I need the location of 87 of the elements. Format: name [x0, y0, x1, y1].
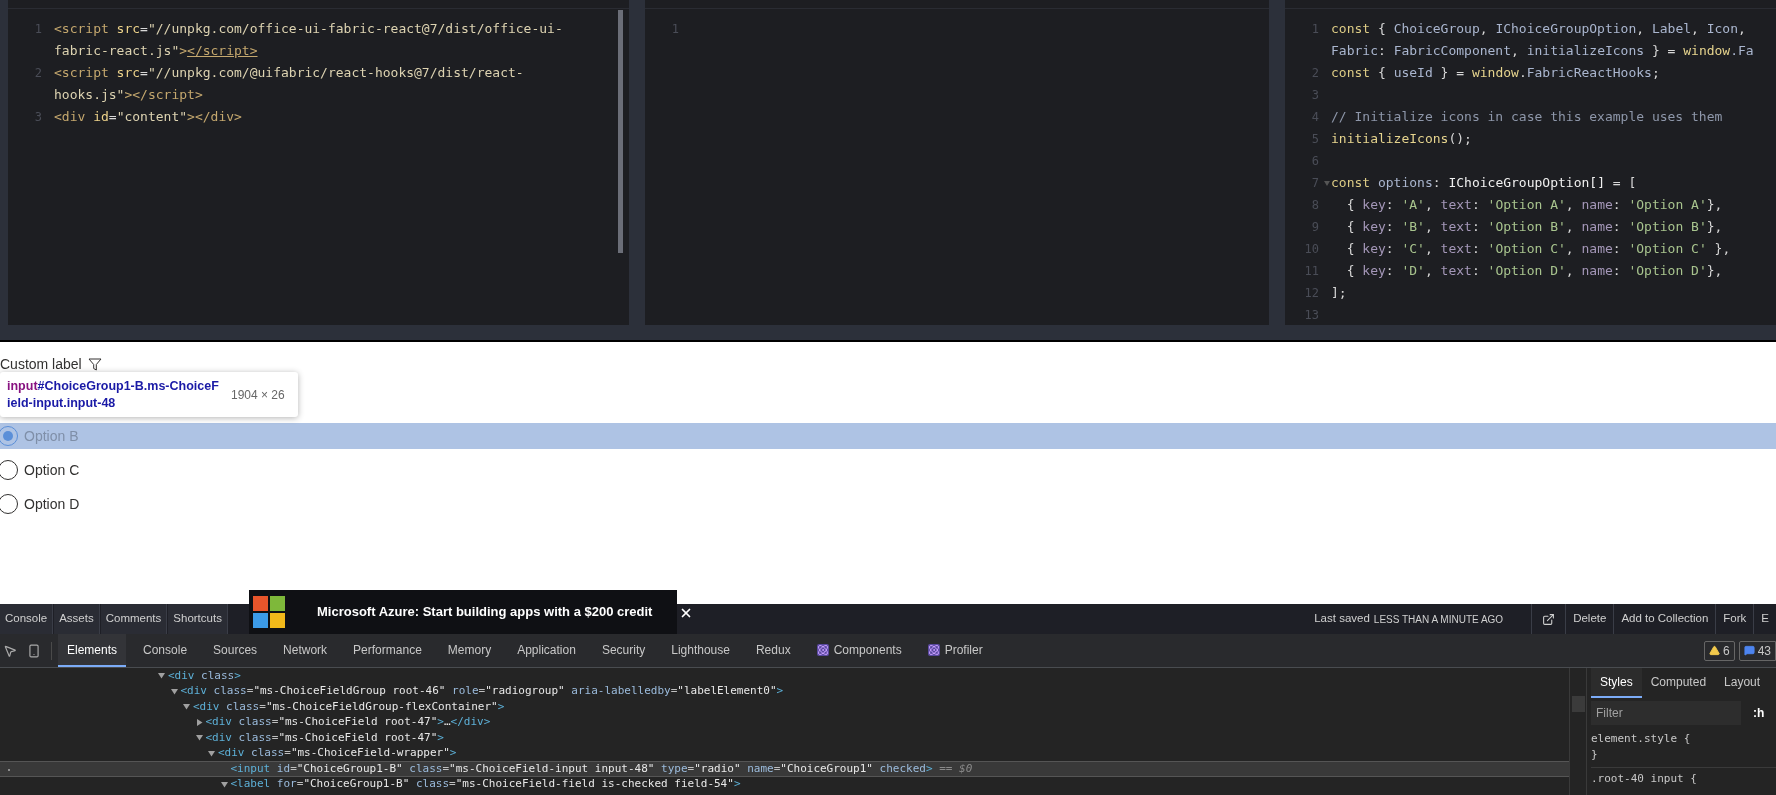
warnings-badge[interactable]: 6 — [1703, 640, 1735, 661]
panel-button[interactable]: Assets — [54, 604, 100, 634]
style-rule-line: .root-40 input { — [1591, 767, 1776, 787]
code-line: const { useId } = window.FabricReactHooks; — [1331, 64, 1660, 82]
code-line: { key: 'C', text: 'Option C', name: 'Option C' }, — [1345, 240, 1731, 258]
devtools-tab[interactable]: Components — [807, 634, 911, 667]
node-markup: <label for="ChoiceGroup1-B" class="ms-ChoiceField-field is-checked field-54"> — [230, 776, 741, 792]
last-saved-label: Last saved — [1314, 611, 1370, 627]
dom-node[interactable]: <div class> — [0, 668, 1569, 684]
code-line: { key: 'A', text: 'Option A', name: 'Option A'}, — [1345, 196, 1723, 214]
devtools-tab[interactable]: Network — [274, 634, 337, 667]
style-rule-line: } — [1591, 747, 1599, 763]
devtools-tab[interactable]: Performance — [344, 634, 431, 667]
hover-state-toggle[interactable]: :h — [1753, 704, 1765, 722]
funnel-icon — [87, 358, 102, 371]
close-icon[interactable] — [679, 606, 693, 620]
code-line: const { ChoiceGroup, IChoiceGroupOption, Label, Icon, — [1331, 20, 1746, 38]
expanded-caret-icon[interactable] — [170, 687, 178, 695]
node-markup: <div class="ms-ChoiceFieldGroup-flexContainer"> — [193, 698, 505, 715]
dom-node[interactable]: <div class="ms-ChoiceFieldGroup root-46" role="radiogroup" aria-labelledby="labelElement0"> — [0, 683, 1569, 699]
devtools-tab[interactable]: Lighthouse — [662, 634, 739, 667]
element-selector: input#ChoiceGroup1-B.ms-ChoiceField-input.input-48 — [7, 377, 220, 412]
code-editor[interactable] — [8, 0, 629, 325]
react-atom-icon — [816, 643, 829, 656]
code-line: initializeIcons(); — [1331, 130, 1472, 148]
node-markup: <div class="ms-ChoiceField root-47">…</div> — [205, 714, 491, 730]
dom-node[interactable]: <div class="ms-ChoiceField root-47">…</div> — [0, 714, 1569, 730]
radio-option-row[interactable]: Option D — [0, 491, 1776, 517]
dom-node[interactable]: <input id="ChoiceGroup1-B" class="ms-ChoiceField-input input-48" type="radio" name="ChoiceGroup1" checked> == $0 — [0, 761, 1569, 777]
devtools-tab[interactable]: Security — [592, 634, 655, 667]
device-toolbar-icon[interactable] — [27, 643, 41, 658]
option-label: Option D — [24, 494, 80, 514]
field-label: Custom label — [0, 355, 82, 374]
expanded-caret-icon[interactable] — [220, 780, 228, 788]
code-line: <div id="content"></div> — [54, 108, 242, 126]
code-line: // Initialize icons in case this example uses them — [1331, 108, 1723, 126]
styles-tab[interactable]: Styles — [1591, 668, 1642, 698]
ad-text: Microsoft Azure: Start building apps with a $200 credit — [317, 603, 653, 622]
node-markup: <div class="ms-ChoiceField root-47"> — [205, 729, 444, 746]
code-line: const options: IChoiceGroupOption[] = [ — [1331, 174, 1637, 192]
devtools-tab[interactable]: Console — [134, 634, 197, 667]
devtools-tab[interactable]: Redux — [746, 634, 800, 667]
devtools-tab[interactable]: Application — [508, 634, 585, 667]
react-atom-icon — [927, 643, 940, 656]
devtools-tab[interactable]: Memory — [438, 634, 501, 667]
expanded-caret-icon[interactable] — [195, 734, 203, 742]
code-line: fabric-react.js"></script> — [54, 42, 258, 60]
element-size: 1904 × 26 — [231, 386, 285, 404]
code-line: Fabric: FabricComponent, initializeIcons } = window.Fa — [1331, 42, 1754, 60]
node-markup: <div class> — [168, 668, 241, 684]
collapsed-caret-icon[interactable] — [195, 718, 203, 726]
dom-node[interactable]: <div class="ms-ChoiceField root-47"> — [0, 730, 1569, 746]
panel-button[interactable]: Shortcuts — [168, 604, 228, 634]
devtools-tab[interactable]: Elements — [58, 634, 127, 667]
filter-field[interactable]: Filter — [1591, 701, 1741, 725]
style-rule-line: element.style { — [1591, 731, 1692, 747]
option-label: Option B — [24, 426, 79, 446]
dom-node[interactable]: <label for="ChoiceGroup1-B" class="ms-ChoiceField-field is-checked field-54"> — [0, 776, 1569, 792]
scrollbar[interactable] — [618, 10, 623, 253]
expanded-caret-icon[interactable] — [158, 672, 165, 680]
panel-button[interactable]: Comments — [100, 604, 168, 634]
code-editor[interactable] — [1285, 0, 1776, 325]
code-line: { key: 'D', text: 'Option D', name: 'Option D'}, — [1345, 262, 1723, 280]
devtools-tab[interactable]: Sources — [204, 634, 267, 667]
option-label: Option C — [24, 460, 80, 480]
styles-tab[interactable]: Computed — [1641, 668, 1716, 698]
node-markup: <input id="ChoiceGroup1-B" class="ms-ChoiceField-input input-48" type="radio" name="ChoiceGroup1" checked> == $0 — [230, 760, 973, 777]
devtools-tab[interactable]: Profiler — [918, 634, 992, 667]
code-line: <script src="//unpkg.com/@uifabric/react-hooks@7/dist/react- — [54, 64, 524, 82]
expanded-caret-icon[interactable] — [208, 749, 215, 757]
inspect-icon[interactable] — [3, 643, 17, 658]
expanded-caret-icon[interactable] — [183, 703, 190, 711]
dom-node[interactable]: <div class="ms-ChoiceFieldGroup-flexContainer"> — [0, 699, 1569, 715]
dom-node[interactable]: <div class="ms-ChoiceField-wrapper"> — [0, 745, 1569, 761]
panel-button[interactable]: Console — [0, 604, 54, 634]
styles-tab[interactable]: Layout — [1715, 668, 1770, 698]
code-line: <script src="//unpkg.com/office-ui-fabric-react@7/dist/office-ui- — [54, 20, 563, 38]
code-line: { key: 'B', text: 'Option B', name: 'Option B'}, — [1345, 218, 1723, 236]
code-line: hooks.js"></script> — [54, 86, 203, 104]
node-markup: <div class="ms-ChoiceFieldGroup root-46" role="radiogroup" aria-labelledby="labelElement0"> — [180, 683, 784, 699]
windows-logo-icon — [253, 596, 285, 628]
last-saved-time: LESS THAN A MINUTE AGO — [1373, 612, 1504, 627]
radio-option-row[interactable]: Option C — [0, 457, 1776, 483]
messages-badge[interactable]: 43 — [1738, 640, 1776, 661]
external-link-icon[interactable] — [1542, 612, 1556, 626]
code-line: ]; — [1331, 284, 1347, 302]
node-markup: <div class="ms-ChoiceField-wrapper"> — [218, 745, 457, 761]
